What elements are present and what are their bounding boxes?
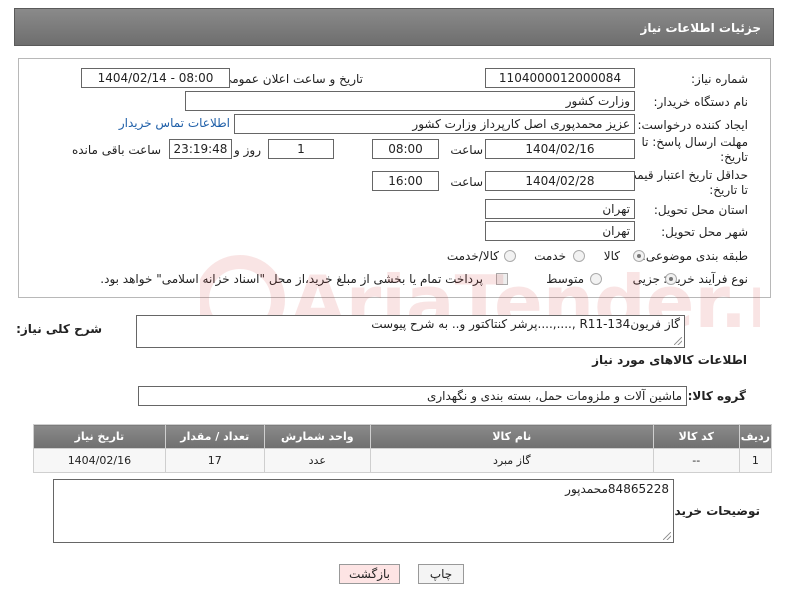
page-header: جزئیات اطلاعات نیاز — [14, 8, 774, 46]
announce-label: تاریخ و ساعت اعلان عمومی: — [218, 72, 363, 86]
buyer-org-field: وزارت کشور — [185, 91, 635, 111]
city-field: تهران — [485, 221, 635, 241]
cell-need-date: 1404/02/16 — [33, 448, 166, 473]
validity-time-field: 16:00 — [372, 171, 439, 191]
buyer-notes-field[interactable]: 84865228محمدپور — [53, 479, 674, 543]
category-label: طبقه بندی موضوعی: — [641, 249, 748, 263]
goods-section-title: اطلاعات کالاهای مورد نیاز — [592, 353, 747, 367]
city-label: شهر محل تحویل: — [661, 225, 748, 239]
cell-item-code: -- — [652, 448, 740, 473]
description-field[interactable]: گاز فریونR11-134 ,....,....پرشر کنتاکتور… — [136, 315, 685, 348]
min-validity-label-2: تا تاریخ: — [709, 183, 748, 197]
contact-info-link[interactable]: اطلاعات تماس خریدار — [119, 116, 230, 130]
min-validity-label: حداقل تاریخ اعتبار قیمت: — [621, 168, 748, 182]
validity-time-label: ساعت — [450, 175, 483, 189]
province-label: استان محل تحویل: — [653, 203, 748, 217]
header-item-code: کد کالا — [652, 424, 740, 449]
cell-unit: عدد — [263, 448, 371, 473]
back-button[interactable]: بازگشت — [339, 564, 400, 584]
process-option-minor: جزیی — [632, 272, 660, 286]
description-label: شرح کلی نیاز: — [16, 322, 102, 336]
remaining-label: ساعت باقی مانده — [71, 143, 161, 157]
buyer-org-label: نام دستگاه خریدار: — [653, 95, 749, 109]
category-radio-goods[interactable] — [633, 250, 645, 262]
cell-quantity: 17 — [164, 448, 265, 473]
cell-item-name: گاز مبرد — [369, 448, 654, 473]
header-row-number: ردیف — [738, 424, 773, 449]
deadline-time-field: 08:00 — [372, 139, 439, 159]
print-button[interactable]: چاپ — [418, 564, 464, 584]
deadline-label-2: تاریخ: — [720, 150, 748, 164]
header-unit: واحد شمارش — [263, 424, 371, 449]
category-radio-service[interactable] — [573, 250, 585, 262]
validity-date-field: 1404/02/28 — [485, 171, 635, 191]
province-field: تهران — [485, 199, 635, 219]
goods-group-label: گروه کالا: — [687, 389, 746, 403]
table-row[interactable]: 1 -- گاز مبرد عدد 17 1404/02/16 — [33, 448, 773, 473]
header-item-name: نام کالا — [369, 424, 654, 449]
treasury-checkbox[interactable] — [496, 273, 508, 285]
days-label: روز و — [234, 143, 261, 157]
category-radio-goods-service[interactable] — [504, 250, 516, 262]
creator-label: ایجاد کننده درخواست: — [637, 118, 748, 132]
cell-row-number: 1 — [738, 448, 773, 473]
deadline-label: مهلت ارسال پاسخ: تا — [641, 135, 748, 149]
need-number-label: شماره نیاز: — [691, 72, 748, 86]
deadline-date-field: 1404/02/16 — [485, 139, 635, 159]
resize-handle[interactable] — [674, 337, 682, 345]
category-option-service: خدمت — [534, 249, 566, 263]
days-field: 1 — [268, 139, 334, 159]
process-option-medium: متوسط — [546, 272, 584, 286]
remaining-time-field: 23:19:48 — [169, 139, 232, 159]
table-header-row: ردیف کد کالا نام کالا واحد شمارش تعداد /… — [33, 424, 773, 449]
category-option-goods-service: کالا/خدمت — [446, 249, 499, 263]
payment-note: پرداخت تمام یا بخشی از مبلغ خرید،از محل … — [100, 272, 483, 286]
description-text: گاز فریونR11-134 ,....,....پرشر کنتاکتور… — [371, 317, 680, 331]
need-number-field: 1104000012000084 — [485, 68, 635, 88]
buyer-notes-text: 84865228محمدپور — [565, 482, 669, 496]
category-option-goods: کالا — [603, 249, 620, 263]
process-radio-minor[interactable] — [665, 273, 677, 285]
process-radio-medium[interactable] — [590, 273, 602, 285]
page-title: جزئیات اطلاعات نیاز — [640, 21, 761, 35]
header-quantity: تعداد / مقدار — [164, 424, 265, 449]
deadline-time-label: ساعت — [450, 143, 483, 157]
announce-field: 1404/02/14 - 08:00 — [81, 68, 230, 88]
goods-table: ردیف کد کالا نام کالا واحد شمارش تعداد /… — [33, 424, 773, 473]
goods-group-field: ماشین آلات و ملزومات حمل، بسته بندی و نگ… — [138, 386, 687, 406]
creator-field: عزیز محمدپوری اصل کارپرداز وزارت کشور — [234, 114, 635, 134]
header-need-date: تاریخ نیاز — [33, 424, 166, 449]
resize-handle[interactable] — [663, 532, 671, 540]
